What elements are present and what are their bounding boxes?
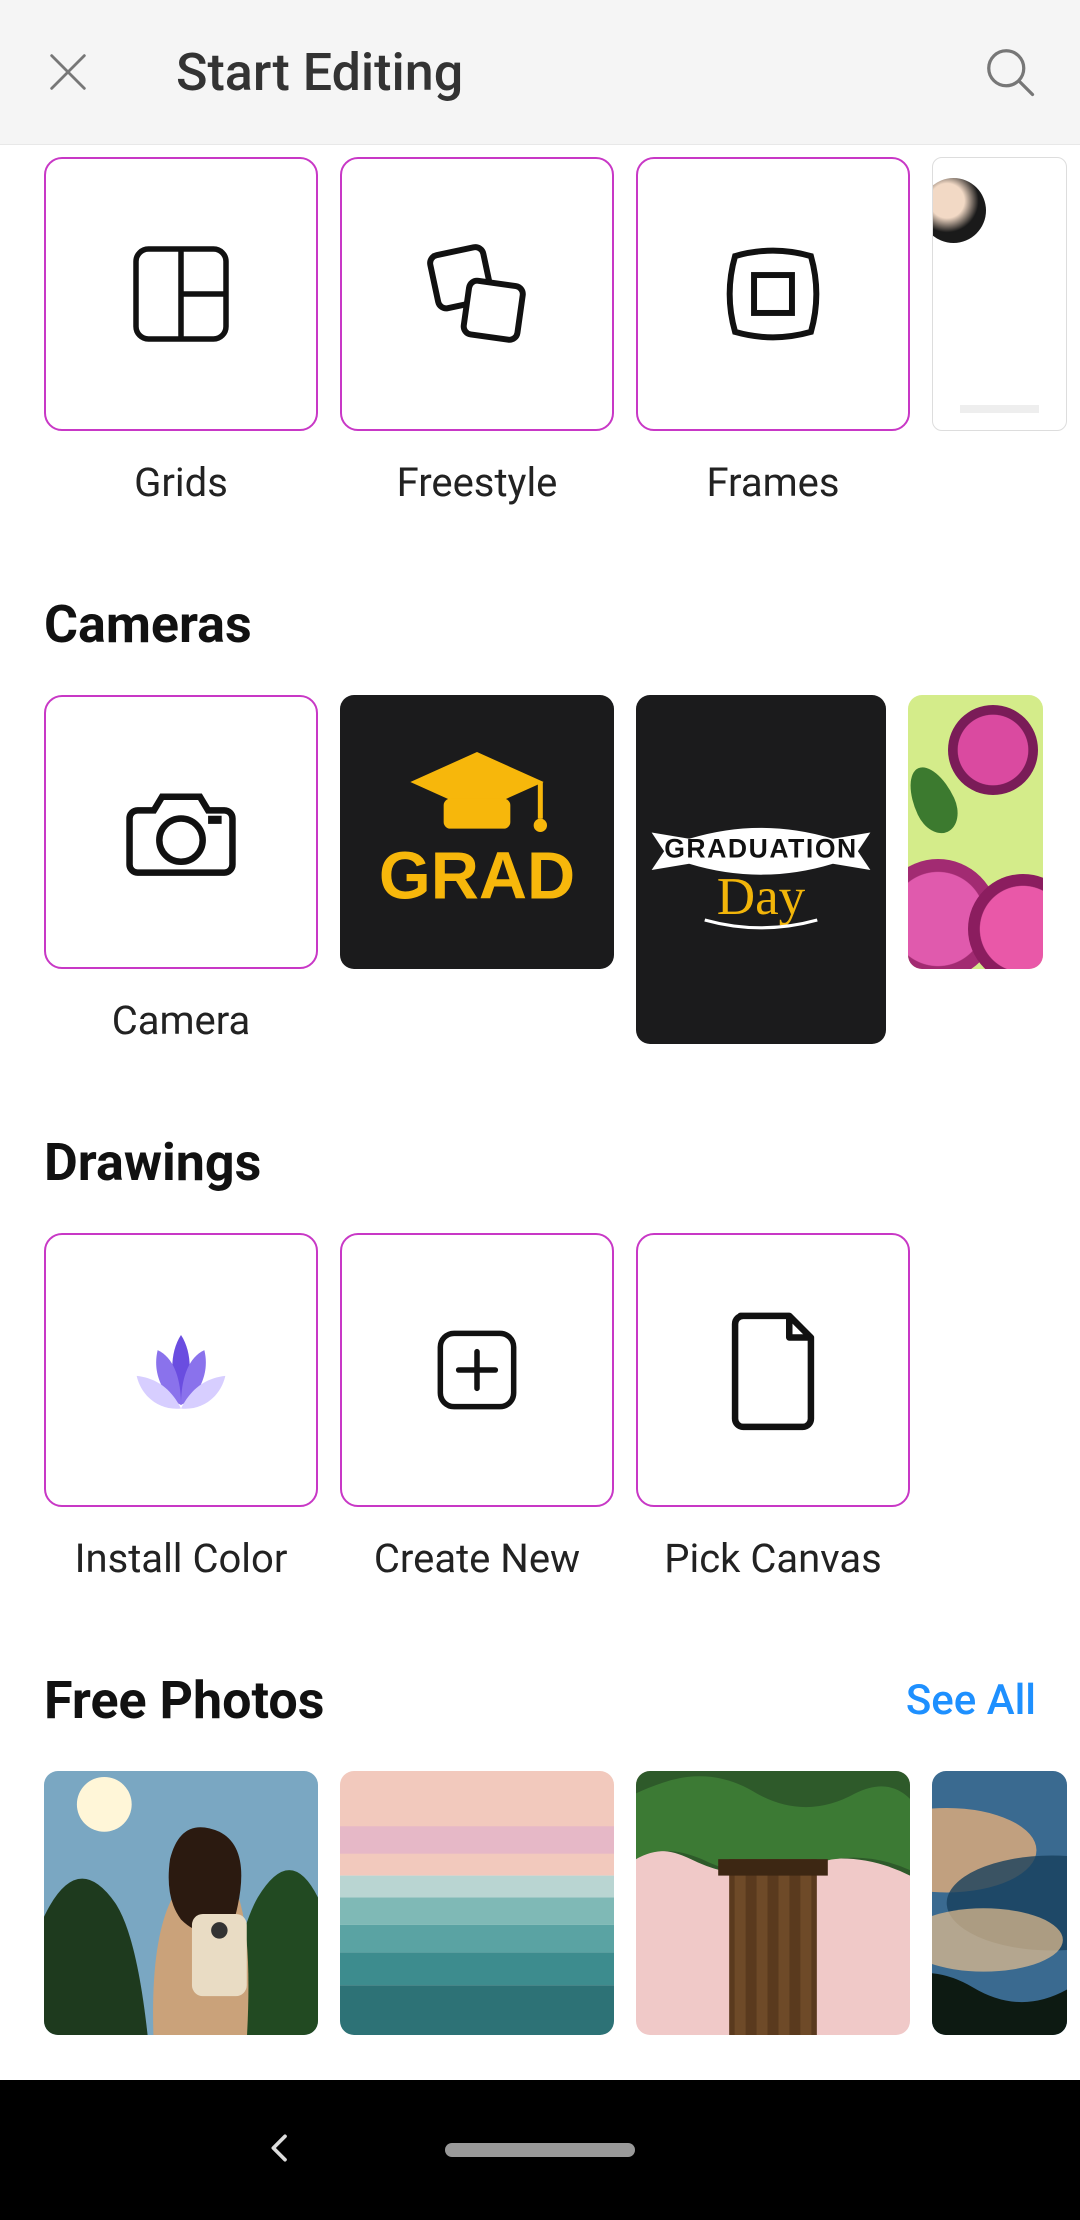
search-button[interactable] xyxy=(980,42,1040,102)
tile-label: Create New xyxy=(374,1535,580,1582)
photo-thumb[interactable] xyxy=(932,1771,1067,2035)
svg-text:GRADUATION: GRADUATION xyxy=(664,833,858,863)
tile-label: Grids xyxy=(134,459,228,506)
section-head-drawings: Drawings xyxy=(0,1132,1080,1193)
tile-label: Camera xyxy=(112,997,251,1044)
close-button[interactable] xyxy=(40,44,96,100)
tile-label: Pick Canvas xyxy=(664,1535,881,1582)
tile-install-color[interactable]: Install Color xyxy=(44,1233,318,1582)
drawings-row: Install Color Create New Pick Canvas xyxy=(0,1233,1080,1582)
grad-text-icon: GRAD xyxy=(377,732,577,932)
tile-grids[interactable]: Grids xyxy=(44,157,318,506)
tile-create-new[interactable]: Create New xyxy=(340,1233,614,1582)
tile-freestyle[interactable]: Freestyle xyxy=(340,157,614,506)
section-title: Drawings xyxy=(44,1132,261,1193)
freestyle-icon xyxy=(412,229,542,359)
frames-icon xyxy=(708,229,838,359)
section-title: Cameras xyxy=(44,594,252,655)
svg-text:Day: Day xyxy=(717,867,806,925)
photo-selfie-icon xyxy=(44,1771,318,2035)
grids-icon xyxy=(121,234,241,354)
cameras-row: Camera GRAD GRADUATION Day xyxy=(0,695,1080,1044)
tile-camera-theme-flowers[interactable] xyxy=(908,695,1043,1044)
camera-icon xyxy=(116,767,246,897)
tile-upsell[interactable]: ALL FEATURES xyxy=(932,157,1067,506)
search-icon xyxy=(980,42,1040,102)
photo-sky-icon xyxy=(932,1771,1067,2035)
see-all-button[interactable]: See All xyxy=(906,1676,1036,1725)
tile-label: Frames xyxy=(706,459,839,506)
section-head-cameras: Cameras xyxy=(0,594,1080,655)
tile-label: Install Color xyxy=(75,1535,288,1582)
section-head-free-photos: Free Photos See All xyxy=(0,1670,1080,1731)
photo-thumb[interactable] xyxy=(340,1771,614,2035)
chevron-left-icon xyxy=(260,2128,300,2168)
tile-frames[interactable]: Frames xyxy=(636,157,910,506)
system-navbar xyxy=(0,2080,1080,2220)
tile-camera-theme-grad[interactable]: GRAD xyxy=(340,695,614,1044)
close-icon xyxy=(40,44,96,100)
tile-pick-canvas[interactable]: Pick Canvas xyxy=(636,1233,910,1582)
page-title: Start Editing xyxy=(176,42,980,103)
document-icon xyxy=(718,1305,828,1435)
lotus-icon xyxy=(111,1315,251,1425)
tile-camera-theme-graduation-day[interactable]: GRADUATION Day xyxy=(636,695,886,1044)
photo-door-icon xyxy=(636,1771,910,2035)
content-scroll[interactable]: Grids Freestyle Frames ALL xyxy=(0,145,1080,2080)
tile-camera[interactable]: Camera xyxy=(44,695,318,1044)
svg-text:GRAD: GRAD xyxy=(379,840,575,914)
free-photos-row xyxy=(0,1771,1080,2035)
tile-label: Freestyle xyxy=(397,459,558,506)
back-button[interactable] xyxy=(260,2128,300,2172)
plus-square-icon xyxy=(422,1315,532,1425)
photo-sunset-ocean-icon xyxy=(340,1771,614,2035)
home-pill[interactable] xyxy=(445,2143,635,2157)
section-title: Free Photos xyxy=(44,1670,325,1731)
header: Start Editing xyxy=(0,0,1080,145)
photo-thumb[interactable] xyxy=(44,1771,318,2035)
editing-modes-row: Grids Freestyle Frames ALL xyxy=(0,157,1080,506)
photo-thumb[interactable] xyxy=(636,1771,910,2035)
graduation-banner-icon: GRADUATION Day xyxy=(636,770,886,970)
